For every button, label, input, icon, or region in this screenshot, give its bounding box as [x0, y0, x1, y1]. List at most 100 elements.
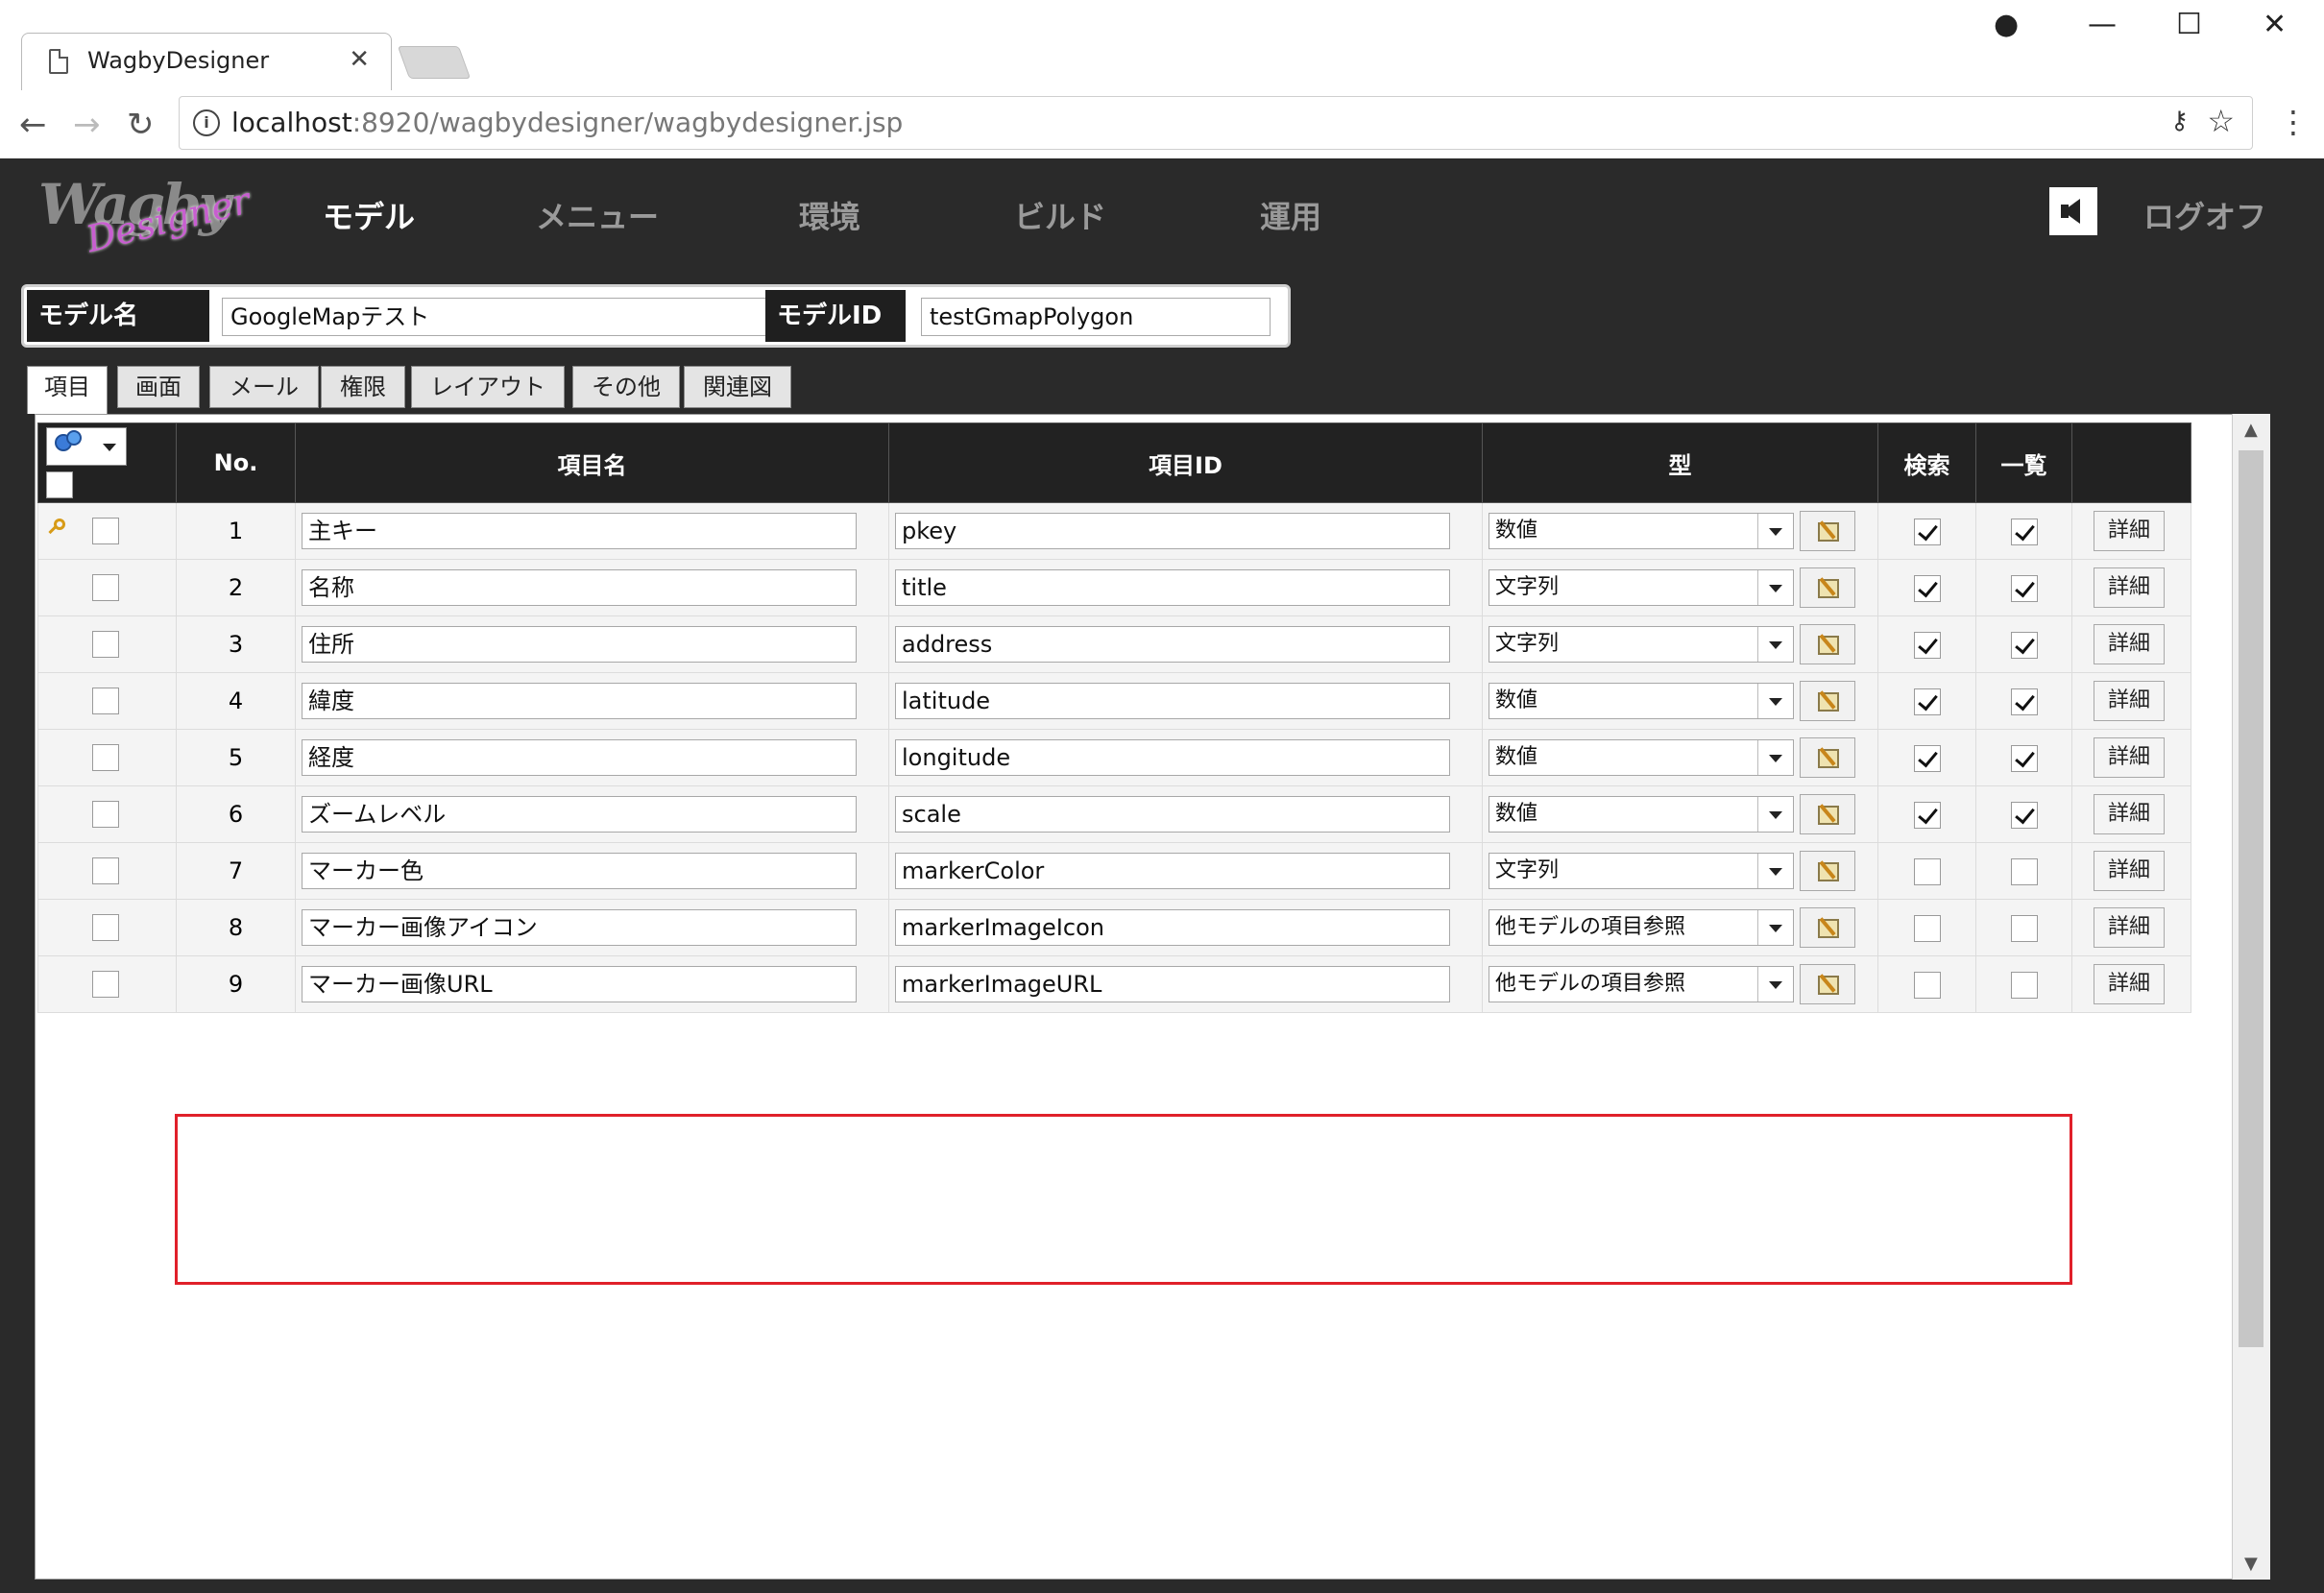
model-name-input[interactable]: GoogleMapテスト: [222, 298, 767, 336]
detail-button[interactable]: 詳細: [2094, 511, 2165, 551]
site-info-icon[interactable]: i: [193, 109, 220, 136]
search-checkbox[interactable]: [1913, 688, 1941, 715]
type-edit-button[interactable]: [1800, 794, 1855, 834]
detail-button[interactable]: 詳細: [2094, 624, 2165, 664]
logoff-button[interactable]: ログオフ: [2143, 193, 2266, 237]
list-checkbox[interactable]: [2010, 518, 2038, 545]
detail-button[interactable]: 詳細: [2094, 851, 2165, 891]
list-checkbox[interactable]: [2010, 914, 2038, 942]
list-checkbox[interactable]: [2010, 688, 2038, 715]
row-checkbox[interactable]: [92, 518, 119, 544]
type-edit-button[interactable]: [1800, 567, 1855, 608]
maximize-icon[interactable]: ☐: [2176, 8, 2202, 41]
tab-permission[interactable]: 権限: [321, 366, 405, 408]
scroll-up-icon[interactable]: ▲: [2244, 420, 2258, 440]
item-name-input[interactable]: マーカー画像URL: [302, 966, 857, 1002]
tab-relation-diagram[interactable]: 関連図: [684, 366, 791, 408]
detail-button[interactable]: 詳細: [2094, 907, 2165, 948]
detail-button[interactable]: 詳細: [2094, 737, 2165, 778]
item-type-select[interactable]: 数値: [1489, 739, 1794, 776]
select-all-checkbox[interactable]: [46, 471, 73, 498]
url-field[interactable]: i localhost:8920/wagbydesigner/wagbydesi…: [179, 96, 2253, 150]
search-checkbox[interactable]: [1913, 518, 1941, 545]
scrollbar-thumb[interactable]: [2239, 450, 2263, 1347]
item-type-select[interactable]: 文字列: [1489, 626, 1794, 663]
minimize-icon[interactable]: —: [2088, 8, 2117, 41]
nav-operation[interactable]: 運用: [1260, 193, 1321, 237]
row-checkbox[interactable]: [92, 857, 119, 884]
scroll-down-icon[interactable]: ▼: [2244, 1554, 2258, 1574]
search-checkbox[interactable]: [1913, 857, 1941, 885]
type-edit-button[interactable]: [1800, 907, 1855, 948]
detail-button[interactable]: 詳細: [2094, 567, 2165, 608]
close-tab-icon[interactable]: ✕: [349, 45, 370, 74]
item-id-input[interactable]: markerColor: [895, 853, 1450, 889]
item-type-select[interactable]: 他モデルの項目参照: [1489, 909, 1794, 946]
item-name-input[interactable]: ズームレベル: [302, 796, 857, 833]
type-edit-button[interactable]: [1800, 511, 1855, 551]
item-type-select[interactable]: 文字列: [1489, 853, 1794, 889]
search-checkbox[interactable]: [1913, 631, 1941, 659]
item-id-input[interactable]: markerImageIcon: [895, 909, 1450, 946]
detail-button[interactable]: 詳細: [2094, 681, 2165, 721]
tab-layout[interactable]: レイアウト: [411, 366, 565, 408]
reload-icon[interactable]: ↻: [127, 106, 155, 144]
tab-items[interactable]: 項目: [27, 366, 108, 414]
item-name-input[interactable]: 経度: [302, 739, 857, 776]
item-id-input[interactable]: markerImageURL: [895, 966, 1450, 1002]
item-name-input[interactable]: 主キー: [302, 513, 857, 549]
nav-build[interactable]: ビルド: [1014, 193, 1106, 237]
item-id-input[interactable]: longitude: [895, 739, 1450, 776]
type-edit-button[interactable]: [1800, 964, 1855, 1004]
item-id-input[interactable]: address: [895, 626, 1450, 663]
row-checkbox[interactable]: [92, 914, 119, 941]
item-id-input[interactable]: latitude: [895, 683, 1450, 719]
tab-mail[interactable]: メール: [209, 366, 319, 408]
window-close-icon[interactable]: ✕: [2263, 8, 2287, 41]
browser-tab[interactable]: WagbyDesigner ✕: [21, 33, 392, 90]
search-checkbox[interactable]: [1913, 574, 1941, 602]
item-type-select[interactable]: 数値: [1489, 683, 1794, 719]
nav-menu[interactable]: メニュー: [536, 193, 659, 237]
type-edit-button[interactable]: [1800, 737, 1855, 778]
forward-icon[interactable]: →: [73, 106, 101, 144]
bookmark-star-icon[interactable]: ☆: [2207, 103, 2235, 139]
row-checkbox[interactable]: [92, 574, 119, 601]
tab-other[interactable]: その他: [572, 366, 680, 408]
list-checkbox[interactable]: [2010, 574, 2038, 602]
item-name-input[interactable]: 住所: [302, 626, 857, 663]
row-tools-dropdown[interactable]: [46, 427, 127, 466]
list-checkbox[interactable]: [2010, 631, 2038, 659]
row-checkbox[interactable]: [92, 744, 119, 771]
item-id-input[interactable]: pkey: [895, 513, 1450, 549]
search-checkbox[interactable]: [1913, 744, 1941, 772]
item-name-input[interactable]: マーカー画像アイコン: [302, 909, 857, 946]
key-icon[interactable]: ⚷: [2170, 107, 2189, 135]
new-tab-button[interactable]: [397, 46, 472, 79]
tab-screen[interactable]: 画面: [117, 366, 200, 408]
vertical-scrollbar[interactable]: ▲ ▼: [2232, 414, 2270, 1580]
detail-button[interactable]: 詳細: [2094, 964, 2165, 1004]
item-type-select[interactable]: 数値: [1489, 796, 1794, 833]
list-checkbox[interactable]: [2010, 857, 2038, 885]
detail-button[interactable]: 詳細: [2094, 794, 2165, 834]
type-edit-button[interactable]: [1800, 681, 1855, 721]
nav-model[interactable]: モデル: [323, 193, 415, 237]
item-type-select[interactable]: 数値: [1489, 513, 1794, 549]
speaker-icon[interactable]: [2049, 187, 2097, 235]
back-icon[interactable]: ←: [19, 106, 47, 144]
search-checkbox[interactable]: [1913, 971, 1941, 999]
nav-environment[interactable]: 環境: [799, 193, 860, 237]
row-checkbox[interactable]: [92, 971, 119, 998]
item-type-select[interactable]: 文字列: [1489, 569, 1794, 606]
item-name-input[interactable]: 緯度: [302, 683, 857, 719]
row-checkbox[interactable]: [92, 688, 119, 714]
item-type-select[interactable]: 他モデルの項目参照: [1489, 966, 1794, 1002]
browser-menu-icon[interactable]: ⋮: [2278, 104, 2309, 140]
search-checkbox[interactable]: [1913, 914, 1941, 942]
list-checkbox[interactable]: [2010, 744, 2038, 772]
item-id-input[interactable]: title: [895, 569, 1450, 606]
row-checkbox[interactable]: [92, 631, 119, 658]
item-id-input[interactable]: scale: [895, 796, 1450, 833]
list-checkbox[interactable]: [2010, 801, 2038, 829]
